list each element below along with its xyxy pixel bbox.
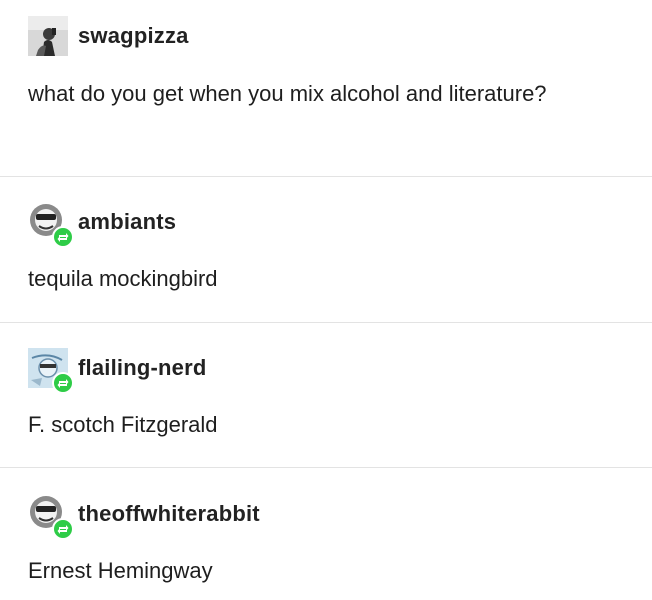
reblog-icon (57, 379, 69, 388)
username[interactable]: ambiants (78, 209, 176, 235)
reblog-badge (52, 518, 74, 540)
divider (0, 322, 652, 323)
reblog-badge (52, 226, 74, 248)
post-text: tequila mockingbird (28, 266, 218, 291)
person-photo-icon (28, 16, 68, 56)
username[interactable]: flailing-nerd (78, 355, 207, 381)
reblog-badge (52, 372, 74, 394)
divider (0, 467, 652, 468)
avatar-ambiants[interactable] (28, 202, 74, 248)
avatar-theoffwhiterabbit[interactable] (28, 494, 74, 540)
post-text: what do you get when you mix alcohol and… (28, 81, 547, 106)
avatar-swagpizza[interactable] (28, 16, 68, 56)
divider (0, 176, 652, 177)
reblog-icon (57, 525, 69, 534)
post-header: flailing-nerd (28, 348, 207, 394)
reblog-icon (57, 233, 69, 242)
username[interactable]: swagpizza (78, 23, 189, 49)
post-text: Ernest Hemingway (28, 558, 213, 583)
username[interactable]: theoffwhiterabbit (78, 501, 260, 527)
post-header: swagpizza (28, 16, 189, 56)
avatar-flailing-nerd[interactable] (28, 348, 74, 394)
post-header: theoffwhiterabbit (28, 494, 260, 540)
post-text: F. scotch Fitzgerald (28, 412, 218, 437)
post-header: ambiants (28, 202, 176, 248)
